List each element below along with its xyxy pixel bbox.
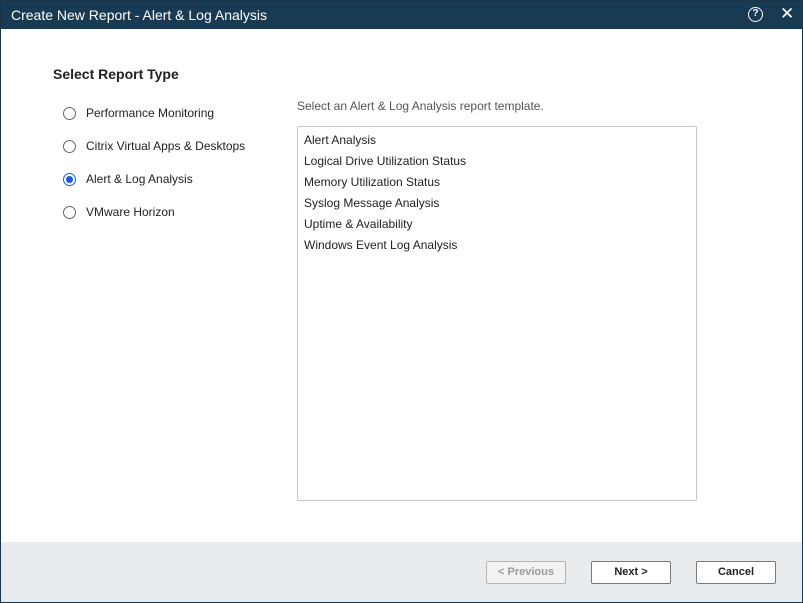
list-item[interactable]: Windows Event Log Analysis [298,235,696,256]
section-heading: Select Report Type [53,66,179,82]
list-item[interactable]: Logical Drive Utilization Status [298,151,696,172]
radio-label: Alert & Log Analysis [86,172,193,186]
create-report-dialog: Create New Report - Alert & Log Analysis… [0,0,803,603]
list-item[interactable]: Alert Analysis [298,130,696,151]
radio-label: VMware Horizon [86,205,175,219]
radio-button[interactable] [63,139,76,153]
template-instruction: Select an Alert & Log Analysis report te… [297,99,544,113]
radio-performance-monitoring[interactable]: Performance Monitoring [63,105,214,121]
list-item[interactable]: Memory Utilization Status [298,172,696,193]
title-bar: Create New Report - Alert & Log Analysis… [1,1,802,29]
radio-button[interactable] [63,106,76,120]
radio-vmware-horizon[interactable]: VMware Horizon [63,204,175,220]
radio-alert-log-analysis[interactable]: Alert & Log Analysis [63,171,193,187]
radio-label: Performance Monitoring [86,106,215,120]
radio-label: Citrix Virtual Apps & Desktops [86,139,246,153]
dialog-title: Create New Report - Alert & Log Analysis [11,7,268,23]
next-button[interactable]: Next > [591,561,671,584]
radio-citrix-virtual-apps[interactable]: Citrix Virtual Apps & Desktops [63,138,245,154]
close-icon[interactable]: ✕ [780,5,794,23]
list-item[interactable]: Uptime & Availability [298,214,696,235]
radio-button-selected[interactable] [63,172,76,186]
dialog-footer: < Previous Next > Cancel [1,542,802,602]
list-item[interactable]: Syslog Message Analysis [298,193,696,214]
previous-button[interactable]: < Previous [486,561,566,584]
dialog-content: Select Report Type Performance Monitorin… [6,29,797,542]
cancel-button[interactable]: Cancel [696,561,776,584]
template-list[interactable]: Alert Analysis Logical Drive Utilization… [297,126,697,501]
help-icon[interactable]: ? [748,7,763,22]
radio-button[interactable] [63,205,76,219]
